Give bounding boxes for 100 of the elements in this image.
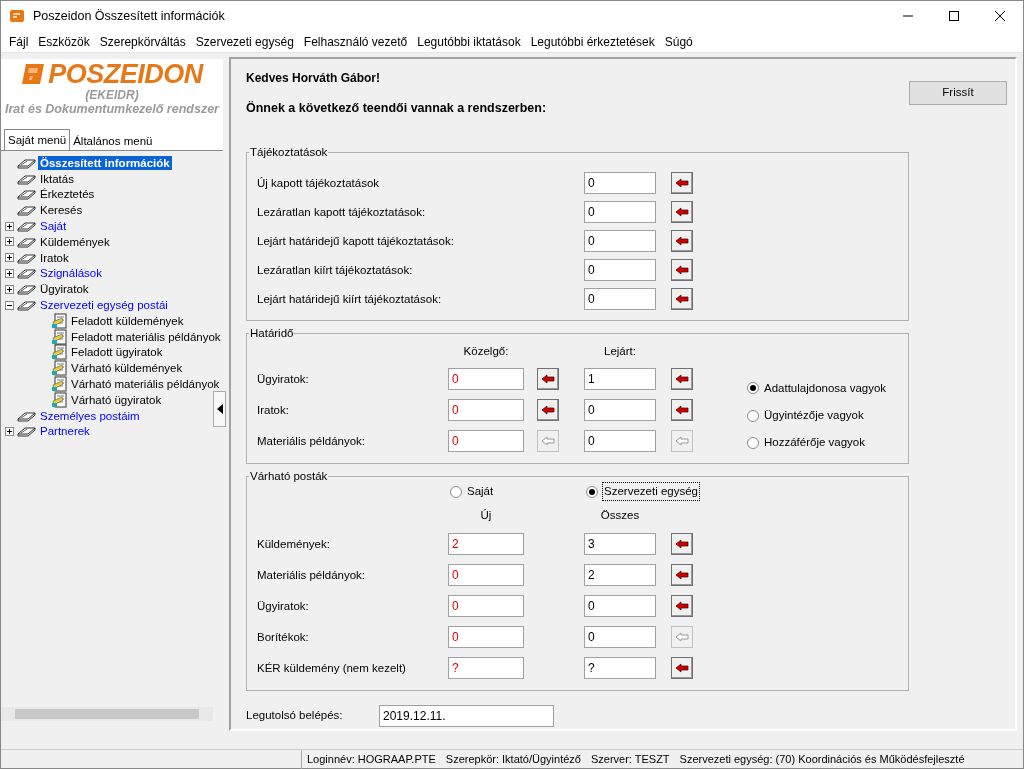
document-icon bbox=[51, 391, 67, 408]
field-label: Materiális példányok: bbox=[257, 567, 367, 583]
expand-toggle[interactable] bbox=[5, 300, 14, 310]
menu-tab[interactable]: Általános menü bbox=[70, 132, 156, 150]
number-field[interactable]: 0 bbox=[448, 399, 524, 422]
number-field[interactable]: 0 bbox=[448, 564, 524, 587]
arrow-button[interactable] bbox=[671, 288, 693, 311]
status-text: Szerver: TESZT bbox=[590, 751, 670, 767]
arrow-button[interactable] bbox=[671, 533, 693, 556]
number-field[interactable]: 0 bbox=[584, 172, 656, 195]
number-field[interactable]: 2019.12.11. bbox=[379, 704, 554, 727]
field-label: Lezáratlan kapott tájékoztatások: bbox=[257, 204, 427, 220]
refresh-button[interactable]: Frissít bbox=[909, 81, 1007, 105]
menu-item[interactable]: Fájl bbox=[4, 32, 34, 51]
number-field[interactable]: ? bbox=[584, 657, 656, 680]
number-field[interactable]: 1 bbox=[584, 368, 656, 391]
number-field[interactable]: ? bbox=[448, 657, 524, 680]
menu-item[interactable]: Legutóbbi iktatások bbox=[412, 32, 526, 51]
left-arrow-icon bbox=[675, 570, 689, 581]
tree-item[interactable]: Feladott materiális példányok bbox=[69, 329, 223, 344]
tree-item[interactable]: Szignálások bbox=[38, 266, 104, 281]
tree-item[interactable]: Partnerek bbox=[38, 424, 92, 439]
arrow-button[interactable] bbox=[671, 564, 693, 587]
arrow-button[interactable] bbox=[537, 368, 559, 391]
field-label: Iratok: bbox=[257, 402, 290, 418]
tree-item[interactable]: Összesített információk bbox=[38, 155, 172, 170]
expand-toggle[interactable] bbox=[5, 268, 14, 278]
left-arrow-icon bbox=[675, 265, 689, 276]
number-field[interactable]: 0 bbox=[584, 201, 656, 224]
number-field[interactable]: 2 bbox=[584, 564, 656, 587]
left-arrow-icon bbox=[675, 436, 689, 447]
menu-item[interactable]: Felhasználó vezető bbox=[298, 32, 413, 51]
expand-toggle[interactable] bbox=[5, 284, 14, 294]
radio-option[interactable]: Saját bbox=[448, 481, 496, 503]
number-field[interactable]: 0 bbox=[448, 430, 524, 453]
menu-item[interactable]: Súgó bbox=[659, 32, 698, 51]
maximize-icon[interactable] bbox=[949, 11, 959, 21]
tree-item[interactable]: Iratok bbox=[38, 250, 71, 265]
expand-toggle[interactable] bbox=[5, 221, 14, 231]
radio-option[interactable]: Szervezeti egység bbox=[584, 481, 701, 503]
left-arrow-icon bbox=[675, 236, 689, 247]
field-label: Új kapott tájékoztatások bbox=[257, 175, 381, 191]
logo-tagline: Irat és Dokumentumkezelő rendszer bbox=[5, 102, 219, 117]
number-field[interactable]: 0 bbox=[584, 288, 656, 311]
tree-item[interactable]: Érkeztetés bbox=[38, 187, 97, 202]
radio-option[interactable]: Ügyintézője vagyok bbox=[745, 405, 866, 427]
expand-toggle[interactable] bbox=[5, 426, 14, 436]
menu-item[interactable]: Szerepkörváltás bbox=[94, 32, 191, 51]
number-field[interactable]: 0 bbox=[584, 230, 656, 253]
arrow-button[interactable] bbox=[537, 399, 559, 422]
tree-item[interactable]: Küldemények bbox=[38, 234, 112, 249]
collapse-handle[interactable] bbox=[213, 391, 226, 427]
horizontal-scrollbar[interactable] bbox=[1, 707, 213, 721]
menu-item[interactable]: Legutóbbi érkeztetések bbox=[525, 32, 660, 51]
number-field[interactable]: 0 bbox=[448, 626, 524, 649]
arrow-button[interactable] bbox=[671, 368, 693, 391]
close-icon[interactable] bbox=[995, 11, 1005, 21]
radio-option[interactable]: Adattulajdonosa vagyok bbox=[745, 377, 889, 399]
tree-item[interactable]: Szervezeti egység postái bbox=[38, 298, 170, 313]
number-field[interactable]: 0 bbox=[448, 595, 524, 618]
tree-item[interactable]: Ügyiratok bbox=[38, 282, 91, 297]
arrow-button[interactable] bbox=[671, 201, 693, 224]
radio-option[interactable]: Hozzáférője vagyok bbox=[745, 432, 867, 454]
number-field[interactable]: 0 bbox=[584, 430, 656, 453]
arrow-button[interactable] bbox=[671, 657, 693, 680]
arrow-button[interactable] bbox=[671, 595, 693, 618]
column-header: Közelgő: bbox=[462, 344, 510, 360]
expand-toggle[interactable] bbox=[5, 237, 14, 247]
field-label: Lejárt határidejű kapott tájékoztatások: bbox=[257, 233, 455, 249]
tree-item[interactable]: Feladott küldemények bbox=[69, 313, 186, 328]
arrow-button[interactable] bbox=[671, 399, 693, 422]
document-icon bbox=[51, 328, 67, 345]
arrow-button[interactable] bbox=[671, 230, 693, 253]
number-field[interactable]: 0 bbox=[584, 595, 656, 618]
left-arrow-icon bbox=[675, 207, 689, 218]
arrow-button[interactable] bbox=[671, 259, 693, 282]
menu-tab[interactable]: Saját menü bbox=[4, 129, 71, 150]
tree-item[interactable]: Várható materiális példányok bbox=[69, 377, 222, 392]
tree-item[interactable]: Feladott ügyiratok bbox=[69, 345, 165, 360]
tree-item[interactable]: Várható ügyiratok bbox=[69, 392, 164, 407]
expand-toggle[interactable] bbox=[5, 253, 14, 263]
tree-item[interactable]: Keresés bbox=[38, 203, 85, 218]
menu-item[interactable]: Szervezeti egység bbox=[190, 32, 299, 51]
menu-item[interactable]: Eszközök bbox=[33, 32, 95, 51]
logo-wordmark: POSZEIDON bbox=[48, 59, 203, 89]
book-icon bbox=[17, 251, 36, 264]
field-label: Legutolsó belépés: bbox=[246, 708, 344, 724]
field-label: Materiális példányok: bbox=[257, 433, 367, 449]
tree-item[interactable]: Személyes postáim bbox=[38, 408, 142, 423]
number-field[interactable]: 0 bbox=[448, 368, 524, 391]
book-icon bbox=[17, 156, 36, 169]
number-field[interactable]: 2 bbox=[448, 533, 524, 556]
tree-item[interactable]: Várható küldemények bbox=[69, 361, 185, 376]
tree-item[interactable]: Saját bbox=[38, 219, 69, 234]
number-field[interactable]: 3 bbox=[584, 533, 656, 556]
arrow-button[interactable] bbox=[671, 172, 693, 195]
number-field[interactable]: 0 bbox=[584, 259, 656, 282]
number-field[interactable]: 0 bbox=[584, 626, 656, 649]
tree-item[interactable]: Iktatás bbox=[38, 171, 76, 186]
number-field[interactable]: 0 bbox=[584, 399, 656, 422]
